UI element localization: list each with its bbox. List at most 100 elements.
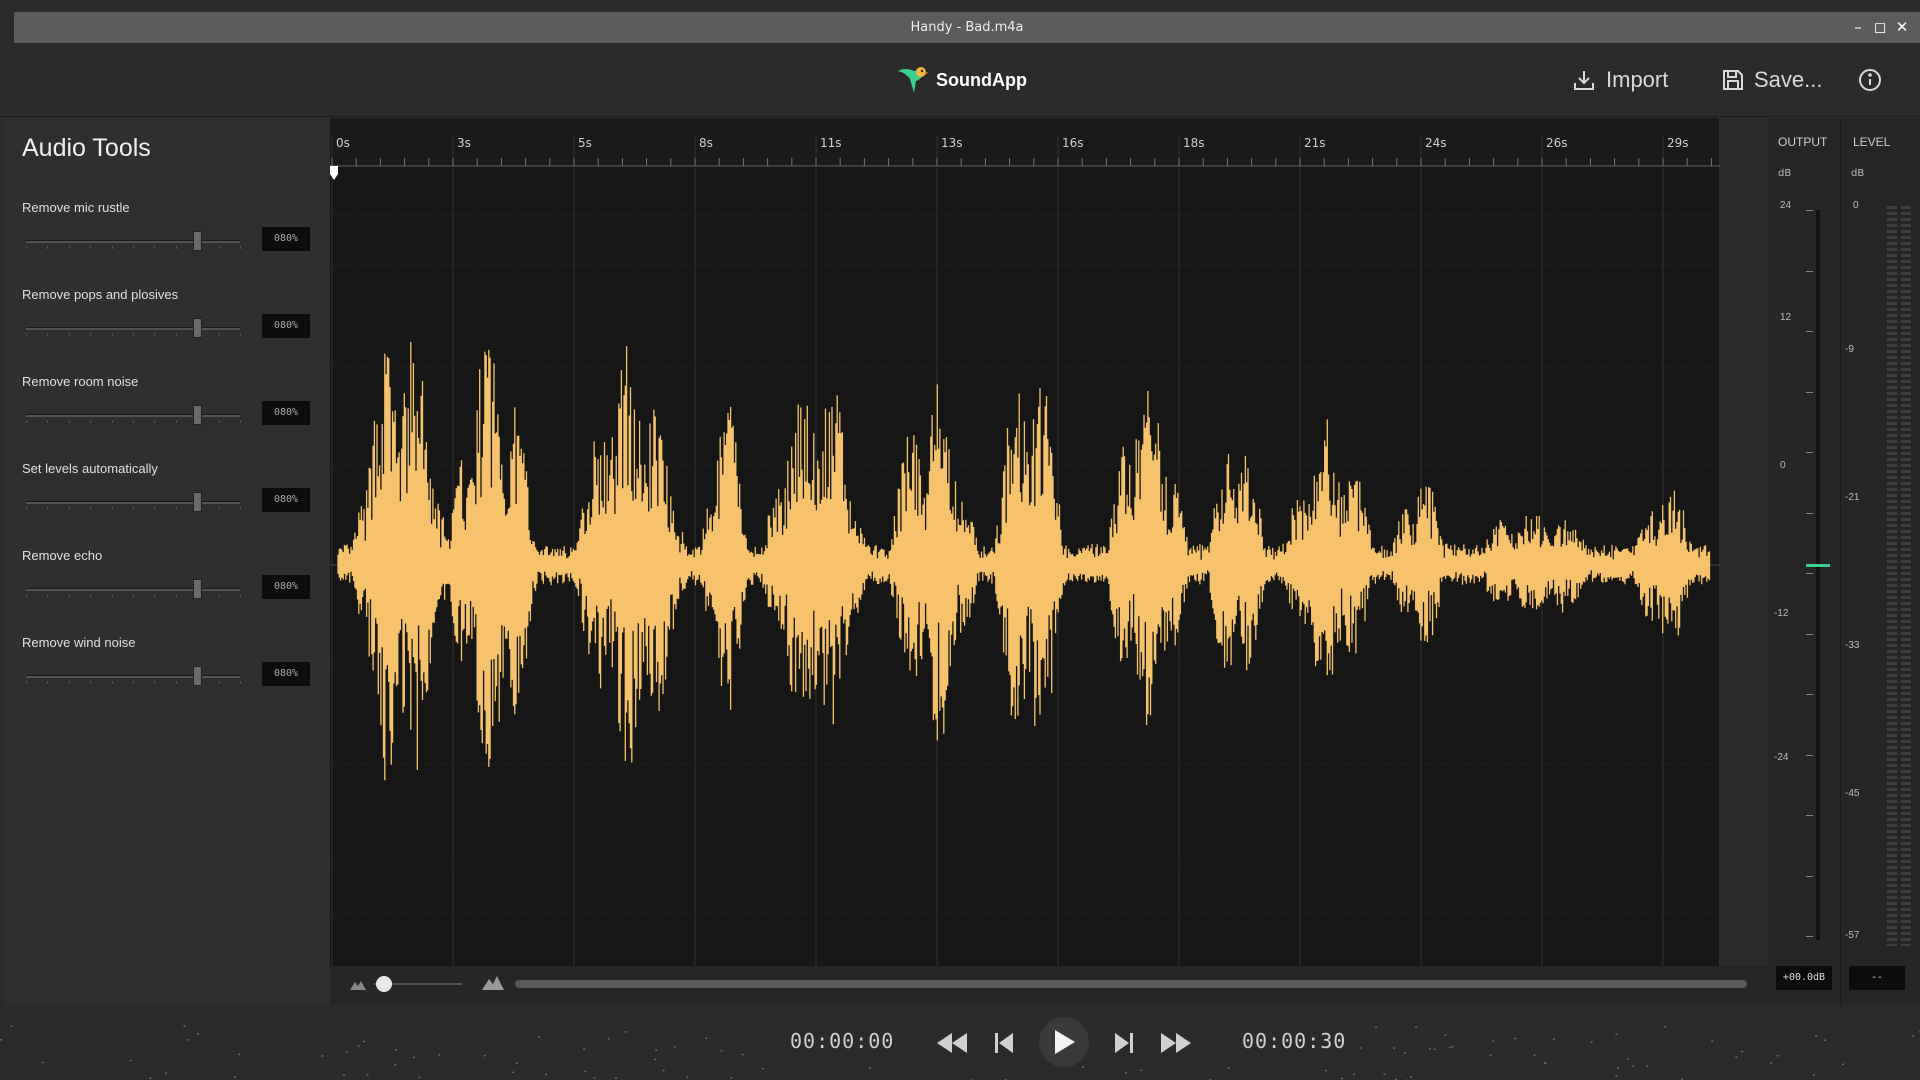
dust-speck xyxy=(1776,1054,1779,1057)
slider-tick xyxy=(68,246,70,249)
tool-slider[interactable] xyxy=(26,405,241,425)
level-segment xyxy=(1887,380,1897,383)
level-segment xyxy=(1901,458,1911,461)
rewind-button[interactable] xyxy=(932,1023,972,1063)
tool-slider[interactable] xyxy=(26,318,241,338)
level-segment xyxy=(1887,836,1897,839)
level-segment xyxy=(1901,788,1911,791)
level-segment xyxy=(1887,452,1897,455)
zoom-in-icon[interactable] xyxy=(482,974,504,990)
zoom-out-icon[interactable] xyxy=(350,978,366,990)
level-segment xyxy=(1887,800,1897,803)
waveform-canvas[interactable]: 0s3s5s8s11s13s16s18s21s24s26s29sdB-3-6-1… xyxy=(330,118,1720,966)
info-button[interactable] xyxy=(1858,63,1882,97)
tool-slider[interactable] xyxy=(26,231,241,251)
slider-thumb[interactable] xyxy=(193,231,203,251)
output-fader-handle[interactable] xyxy=(1806,564,1830,567)
fast-forward-button[interactable] xyxy=(1156,1023,1196,1063)
import-button[interactable]: Import xyxy=(1572,63,1668,97)
slider-track[interactable] xyxy=(26,414,240,417)
dust-speck xyxy=(345,1051,348,1053)
skip-back-button[interactable] xyxy=(984,1023,1024,1063)
zoom-slider-thumb[interactable] xyxy=(376,976,392,992)
slider-track[interactable] xyxy=(26,675,240,678)
level-segment xyxy=(1887,320,1897,323)
play-button[interactable] xyxy=(1039,1017,1089,1067)
dust-speck xyxy=(1711,1040,1714,1042)
slider-thumb[interactable] xyxy=(193,405,203,425)
tool-slider[interactable] xyxy=(26,579,241,599)
slider-tick xyxy=(240,594,241,597)
slider-thumb[interactable] xyxy=(193,579,203,599)
level-segment xyxy=(1887,884,1897,887)
rewind-icon xyxy=(937,1033,967,1053)
level-segment xyxy=(1887,554,1897,557)
maximize-icon[interactable]: ◻ xyxy=(1872,16,1888,38)
level-segment xyxy=(1901,926,1911,929)
level-segment xyxy=(1887,254,1897,257)
level-segment xyxy=(1901,878,1911,881)
level-segment xyxy=(1901,662,1911,665)
tool-label: Remove room noise xyxy=(22,374,139,389)
level-segment xyxy=(1887,338,1897,341)
info-icon xyxy=(1859,69,1881,91)
level-segment xyxy=(1901,698,1911,701)
slider-tick xyxy=(26,420,27,423)
zoom-scroll-bar xyxy=(330,966,1768,1004)
slider-tick xyxy=(90,594,92,597)
level-segment xyxy=(1901,746,1911,749)
tool-slider[interactable] xyxy=(26,492,241,512)
horizontal-scrollbar[interactable] xyxy=(515,980,1747,988)
dust-speck xyxy=(1823,1039,1826,1042)
transport-bar: 00:00:00 00:00:30 xyxy=(0,1005,1920,1080)
total-time: 00:00:30 xyxy=(1242,1029,1347,1053)
slider-tick xyxy=(240,246,241,249)
dust-speck xyxy=(10,1025,13,1027)
waveform-view[interactable]: 0s3s5s8s11s13s16s18s21s24s26s29sdB-3-6-1… xyxy=(330,118,1720,1003)
tool-label: Remove mic rustle xyxy=(22,200,130,215)
slider-track[interactable] xyxy=(26,240,240,243)
level-segment xyxy=(1901,530,1911,533)
slider-track[interactable] xyxy=(26,327,240,330)
level-segment xyxy=(1901,692,1911,695)
skip-forward-button[interactable] xyxy=(1104,1023,1144,1063)
app-header: SoundApp Import Save... xyxy=(0,43,1920,117)
tool-slider[interactable] xyxy=(26,666,241,686)
close-icon[interactable]: ✕ xyxy=(1894,16,1910,38)
dust-speck xyxy=(129,1059,132,1062)
dust-speck xyxy=(0,1039,3,1041)
level-segment xyxy=(1887,518,1897,521)
level-segment xyxy=(1901,224,1911,227)
slider-tick xyxy=(90,246,92,249)
slider-tick xyxy=(111,420,113,423)
slider-thumb[interactable] xyxy=(193,492,203,512)
save-button[interactable]: Save... xyxy=(1722,63,1822,97)
slider-thumb[interactable] xyxy=(193,666,203,686)
level-segment xyxy=(1887,260,1897,263)
level-segment xyxy=(1887,872,1897,875)
level-segment xyxy=(1901,290,1911,293)
dust-speck xyxy=(741,1053,744,1056)
dust-speck xyxy=(1741,1050,1744,1053)
level-segment xyxy=(1887,368,1897,371)
slider-tick xyxy=(218,246,220,249)
output-fader-track[interactable] xyxy=(1816,210,1820,940)
slider-tick xyxy=(218,420,220,423)
level-segment xyxy=(1887,722,1897,725)
level-segment xyxy=(1901,872,1911,875)
level-segment xyxy=(1887,656,1897,659)
level-segment xyxy=(1887,506,1897,509)
dust-speck xyxy=(183,1025,186,1027)
slider-track[interactable] xyxy=(26,588,240,591)
dust-speck xyxy=(686,1076,689,1079)
slider-thumb[interactable] xyxy=(193,318,203,338)
level-segment xyxy=(1887,446,1897,449)
tool-item: Remove echo 080% xyxy=(22,548,312,608)
tool-item: Remove mic rustle 080% xyxy=(22,200,312,260)
level-segment xyxy=(1887,392,1897,395)
slider-track[interactable] xyxy=(26,501,240,504)
dust-speck xyxy=(321,1055,324,1057)
minimize-icon[interactable]: – xyxy=(1850,16,1866,38)
level-segment xyxy=(1887,542,1897,545)
level-segment xyxy=(1887,860,1897,863)
